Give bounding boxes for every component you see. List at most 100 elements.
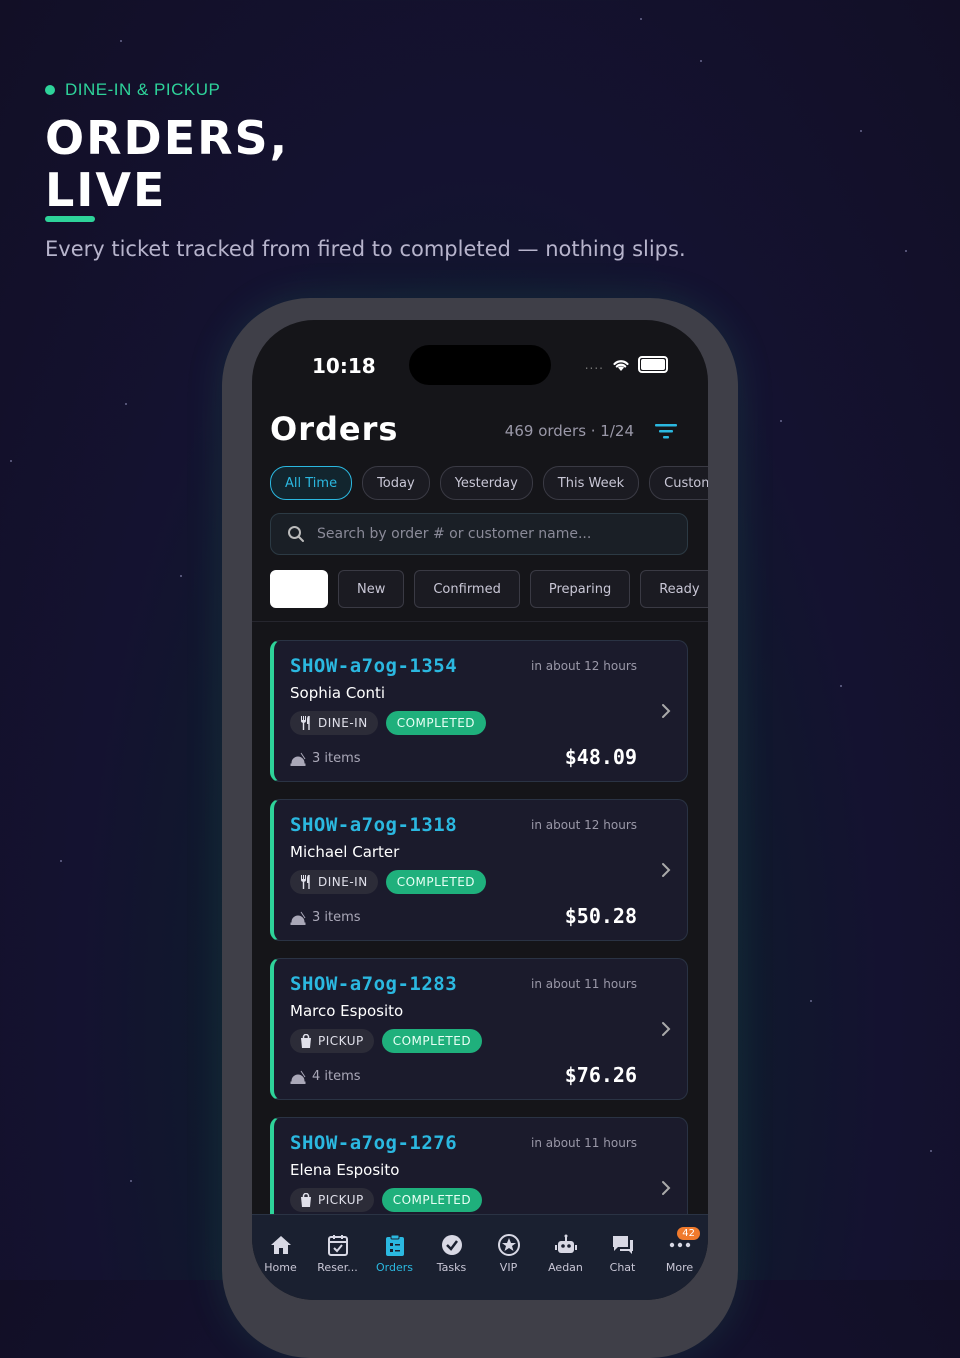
order-type-badge: PICKUP [290, 1029, 374, 1053]
search-icon [288, 526, 304, 542]
hero-eyebrow: DINE-IN & PICKUP [45, 80, 220, 100]
status-badge: COMPLETED [381, 1029, 483, 1053]
shopping-bag-icon [301, 1034, 311, 1048]
order-total: $48.09 [564, 745, 637, 769]
search-box [270, 513, 688, 555]
tab-orders[interactable]: Orders [366, 1215, 423, 1300]
order-type-badge: DINE-IN [290, 711, 378, 735]
order-time: in about 11 hours [530, 977, 637, 991]
order-type-label: PICKUP [318, 1193, 364, 1207]
order-id: SHOW-a7og-1283 [290, 973, 458, 995]
date-filter-row: All Time Today Yesterday This Week Custo… [270, 466, 708, 500]
chevron-right-icon [662, 704, 671, 718]
order-badges: DINE-IN COMPLETED [290, 711, 487, 735]
status-time: 10:18 [312, 354, 376, 378]
tab-bar: Home Reser... Orders Tasks VIP Aedan Cha… [252, 1214, 708, 1300]
order-time: in about 11 hours [530, 1136, 637, 1150]
order-total: $76.26 [564, 1063, 637, 1087]
tab-label: Tasks [436, 1261, 467, 1274]
item-count: 4 items [290, 1069, 361, 1084]
clipboard-icon [383, 1233, 407, 1257]
item-count-label: 3 items [312, 751, 361, 766]
tab-label: More [665, 1261, 694, 1274]
chevron-right-icon [662, 863, 671, 877]
date-filter-today[interactable]: Today [362, 466, 430, 500]
chevron-right-icon [662, 1181, 671, 1195]
order-id: SHOW-a7og-1318 [290, 814, 458, 836]
customer-name: Marco Esposito [290, 1002, 404, 1020]
home-icon [269, 1233, 293, 1257]
status-badge: COMPLETED [381, 1188, 483, 1212]
calendar-icon [326, 1233, 350, 1257]
item-count: 3 items [290, 910, 361, 925]
food-tray-icon [290, 1070, 306, 1084]
check-circle-icon [440, 1233, 464, 1257]
utensils-icon [301, 716, 310, 730]
status-filter-new[interactable]: New [338, 570, 405, 608]
item-count-label: 3 items [312, 910, 361, 925]
order-time: in about 12 hours [530, 659, 637, 673]
search-input[interactable] [315, 525, 659, 543]
customer-name: Elena Esposito [290, 1161, 400, 1179]
order-badges: PICKUP COMPLETED [290, 1188, 483, 1212]
status-filter-ready[interactable]: Ready [640, 570, 708, 608]
hero-title-line2: LIVE [45, 163, 167, 217]
customer-name: Sophia Conti [290, 684, 386, 702]
chat-icon [611, 1233, 635, 1257]
item-count: 3 items [290, 751, 361, 766]
page-title: Orders [270, 410, 399, 448]
date-filter-custom[interactable]: Custom R [649, 466, 708, 500]
status-icons: .... [585, 356, 668, 373]
food-tray-icon [290, 752, 306, 766]
tab-reservations[interactable]: Reser... [309, 1215, 366, 1300]
tab-tasks[interactable]: Tasks [423, 1215, 480, 1300]
date-filter-this-week[interactable]: This Week [542, 466, 640, 500]
order-type-label: DINE-IN [318, 875, 368, 889]
filter-icon[interactable] [654, 422, 678, 440]
status-filter-all[interactable] [270, 570, 328, 608]
dynamic-island [409, 345, 551, 385]
tab-chat[interactable]: Chat [594, 1215, 651, 1300]
status-badge: COMPLETED [385, 711, 487, 735]
date-filter-yesterday[interactable]: Yesterday [439, 466, 533, 500]
order-id: SHOW-a7og-1276 [290, 1132, 458, 1154]
wifi-icon [613, 359, 629, 371]
utensils-icon [301, 875, 310, 889]
order-badges: PICKUP COMPLETED [290, 1029, 483, 1053]
order-card[interactable]: SHOW-a7og-1354 in about 12 hours Sophia … [270, 640, 688, 782]
eyebrow-label: DINE-IN & PICKUP [65, 80, 221, 99]
tab-label: Reser... [317, 1261, 358, 1274]
tab-label: Chat [609, 1261, 636, 1274]
order-badges: DINE-IN COMPLETED [290, 870, 487, 894]
status-filter-row: New Confirmed Preparing Ready [270, 570, 708, 608]
tab-vip[interactable]: VIP [480, 1215, 537, 1300]
eyebrow-dot [45, 85, 55, 95]
hero-subtitle: Every ticket tracked from fired to compl… [45, 237, 686, 261]
tab-label: VIP [499, 1261, 518, 1274]
date-filter-all-time[interactable]: All Time [270, 466, 353, 500]
order-card[interactable]: SHOW-a7og-1283 in about 11 hours Marco E… [270, 958, 688, 1100]
status-filter-preparing[interactable]: Preparing [529, 570, 631, 608]
tab-home[interactable]: Home [252, 1215, 309, 1300]
phone-screen: 10:18 .... Orders 469 orders · 1/24 All … [252, 320, 708, 1300]
tab-aedan[interactable]: Aedan [537, 1215, 594, 1300]
hero-title-line1: ORDERS, [45, 111, 290, 165]
status-filter-confirmed[interactable]: Confirmed [414, 570, 520, 608]
order-type-label: PICKUP [318, 1034, 364, 1048]
tab-label: Orders [376, 1261, 413, 1274]
tab-more[interactable]: 42 More [651, 1215, 708, 1300]
star-icon [497, 1233, 521, 1257]
order-type-label: DINE-IN [318, 716, 368, 730]
status-badge: COMPLETED [385, 870, 487, 894]
order-time: in about 12 hours [530, 818, 637, 832]
robot-icon [554, 1233, 578, 1257]
order-type-badge: DINE-IN [290, 870, 378, 894]
tab-label: Aedan [548, 1261, 583, 1274]
item-count-label: 4 items [312, 1069, 361, 1084]
notification-badge: 42 [677, 1227, 700, 1240]
order-count: 469 orders · 1/24 [504, 422, 634, 440]
order-type-badge: PICKUP [290, 1188, 374, 1212]
order-total: $50.28 [564, 904, 637, 928]
hero-underline [45, 216, 95, 222]
order-card[interactable]: SHOW-a7og-1318 in about 12 hours Michael… [270, 799, 688, 941]
